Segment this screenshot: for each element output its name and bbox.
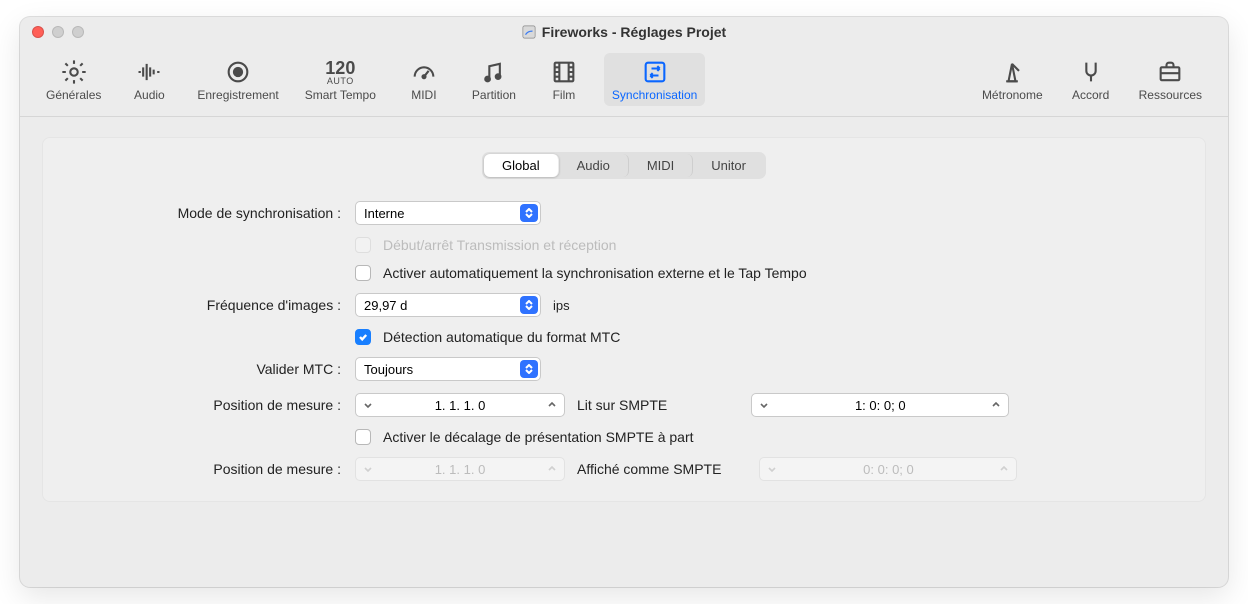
smpte-stepper[interactable]: 1: 0: 0; 0 bbox=[751, 393, 1009, 417]
smpte-value-2: 0: 0: 0; 0 bbox=[784, 462, 992, 477]
toolbar: Générales Audio Enregistrement 120 AUTO … bbox=[20, 47, 1228, 117]
chevron-down-icon bbox=[760, 464, 784, 474]
form: Mode de synchronisation : Interne Début/… bbox=[61, 201, 1187, 481]
subtab-global[interactable]: Global bbox=[484, 154, 559, 177]
settings-window: Fireworks - Réglages Projet Générales Au… bbox=[20, 17, 1228, 587]
chevron-down-icon[interactable] bbox=[752, 400, 776, 410]
bar-position-value-2: 1. 1. 1. 0 bbox=[380, 462, 540, 477]
auto-external-checkbox[interactable] bbox=[355, 265, 371, 281]
sync-mode-label: Mode de synchronisation : bbox=[61, 205, 341, 221]
toolbar-recording[interactable]: Enregistrement bbox=[189, 53, 286, 106]
content-area: Global Audio MIDI Unitor Mode de synchro… bbox=[20, 117, 1228, 587]
toolbar-tuning[interactable]: Accord bbox=[1061, 53, 1121, 106]
subtab-midi[interactable]: MIDI bbox=[629, 154, 693, 177]
bar-position-value: 1. 1. 1. 0 bbox=[380, 398, 540, 413]
enable-smpte-offset-checkbox[interactable] bbox=[355, 429, 371, 445]
settings-panel: Global Audio MIDI Unitor Mode de synchro… bbox=[42, 137, 1206, 502]
record-icon bbox=[224, 57, 252, 87]
window-title-text: Fireworks - Réglages Projet bbox=[542, 24, 726, 40]
chevron-down-icon bbox=[356, 464, 380, 474]
tempo-icon: 120 AUTO bbox=[325, 57, 355, 87]
app-icon bbox=[522, 25, 536, 39]
bar-position-stepper[interactable]: 1. 1. 1. 0 bbox=[355, 393, 565, 417]
toolbar-general[interactable]: Générales bbox=[38, 53, 109, 106]
bar-position-label-2: Position de mesure : bbox=[61, 461, 341, 477]
validate-mtc-select[interactable]: Toujours bbox=[355, 357, 541, 381]
chevron-up-icon[interactable] bbox=[540, 400, 564, 410]
frame-rate-value: 29,97 d bbox=[364, 298, 407, 313]
music-notes-icon bbox=[480, 57, 508, 87]
toolbar-assets[interactable]: Ressources bbox=[1131, 53, 1210, 106]
chevron-up-icon bbox=[540, 464, 564, 474]
midi-gauge-icon bbox=[410, 57, 438, 87]
film-icon bbox=[550, 57, 578, 87]
sub-tabs: Global Audio MIDI Unitor bbox=[61, 152, 1187, 179]
briefcase-icon bbox=[1156, 57, 1184, 87]
auto-external-label: Activer automatiquement la synchronisati… bbox=[383, 265, 807, 281]
chevron-down-icon[interactable] bbox=[356, 400, 380, 410]
transmit-recv-checkbox bbox=[355, 237, 371, 253]
toolbar-synchronization[interactable]: Synchronisation bbox=[604, 53, 705, 106]
waveform-icon bbox=[135, 57, 163, 87]
displayed-as-smpte-label: Affiché comme SMPTE bbox=[577, 461, 721, 477]
bar-position-label: Position de mesure : bbox=[61, 397, 341, 413]
sync-icon bbox=[641, 57, 669, 87]
frame-rate-label: Fréquence d'images : bbox=[61, 297, 341, 313]
select-arrows-icon bbox=[520, 296, 538, 314]
toolbar-movie[interactable]: Film bbox=[534, 53, 594, 106]
subtab-unitor[interactable]: Unitor bbox=[693, 154, 764, 177]
subtab-audio[interactable]: Audio bbox=[559, 154, 629, 177]
chevron-up-icon[interactable] bbox=[984, 400, 1008, 410]
validate-mtc-label: Valider MTC : bbox=[61, 361, 341, 377]
select-arrows-icon bbox=[520, 204, 538, 222]
sync-mode-value: Interne bbox=[364, 206, 404, 221]
bar-position-stepper-2: 1. 1. 1. 0 bbox=[355, 457, 565, 481]
transmit-recv-label: Début/arrêt Transmission et réception bbox=[383, 237, 616, 253]
frame-rate-unit: ips bbox=[553, 298, 570, 313]
auto-mtc-checkbox[interactable] bbox=[355, 329, 371, 345]
metronome-icon bbox=[998, 57, 1026, 87]
frame-rate-select[interactable]: 29,97 d bbox=[355, 293, 541, 317]
toolbar-audio[interactable]: Audio bbox=[119, 53, 179, 106]
reads-at-smpte-label: Lit sur SMPTE bbox=[577, 397, 667, 413]
validate-mtc-value: Toujours bbox=[364, 362, 413, 377]
enable-smpte-offset-label: Activer le décalage de présentation SMPT… bbox=[383, 429, 694, 445]
sync-mode-select[interactable]: Interne bbox=[355, 201, 541, 225]
window-title: Fireworks - Réglages Projet bbox=[20, 24, 1228, 40]
tuning-fork-icon bbox=[1077, 57, 1105, 87]
chevron-up-icon bbox=[992, 464, 1016, 474]
toolbar-score[interactable]: Partition bbox=[464, 53, 524, 106]
toolbar-metronome[interactable]: Métronome bbox=[974, 53, 1051, 106]
smpte-stepper-2: 0: 0: 0; 0 bbox=[759, 457, 1017, 481]
auto-mtc-label: Détection automatique du format MTC bbox=[383, 329, 620, 345]
gear-icon bbox=[60, 57, 88, 87]
titlebar: Fireworks - Réglages Projet bbox=[20, 17, 1228, 47]
toolbar-smart-tempo[interactable]: 120 AUTO Smart Tempo bbox=[297, 53, 384, 106]
toolbar-midi[interactable]: MIDI bbox=[394, 53, 454, 106]
smpte-value: 1: 0: 0; 0 bbox=[776, 398, 984, 413]
select-arrows-icon bbox=[520, 360, 538, 378]
